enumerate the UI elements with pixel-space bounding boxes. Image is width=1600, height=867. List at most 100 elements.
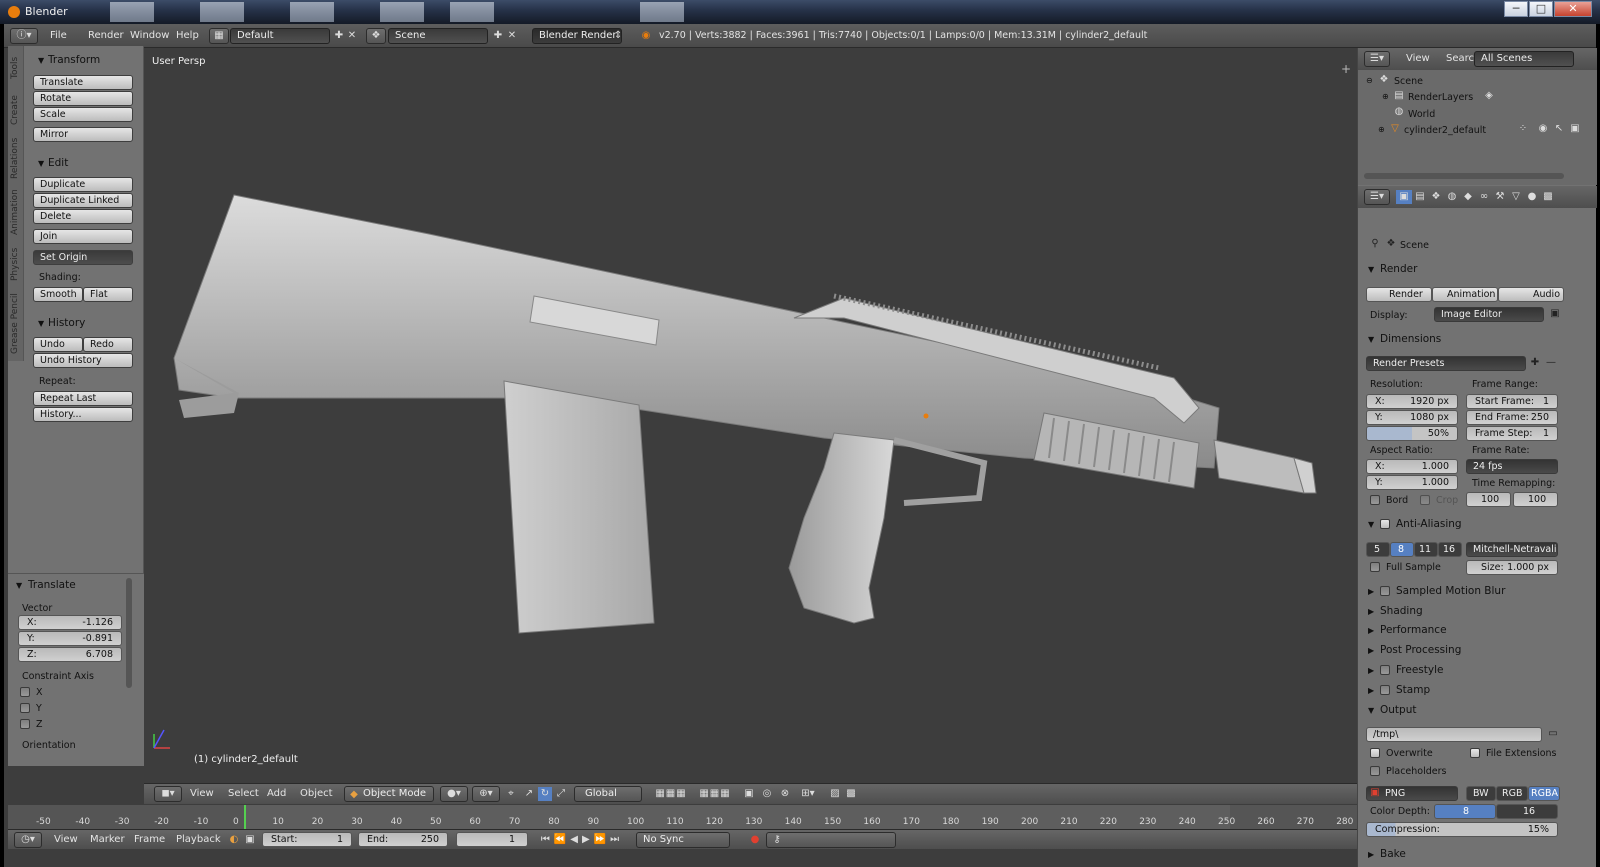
pivot-point-button[interactable]: ⊕▾ — [472, 786, 500, 802]
menu-marker[interactable]: Marker — [90, 834, 125, 845]
scene-selector-button[interactable]: ❖ — [366, 28, 386, 44]
current-frame-field[interactable]: 1 — [456, 832, 528, 847]
menu-add[interactable]: Add — [267, 788, 286, 799]
tab-tools[interactable]: Tools — [10, 52, 22, 84]
duplicate-linked-button[interactable]: Duplicate Linked — [33, 193, 133, 208]
flat-button[interactable]: Flat — [83, 287, 133, 302]
remap-new-field[interactable]: 100 — [1513, 492, 1558, 507]
tab-grease-pencil[interactable]: Grease Pencil — [10, 290, 22, 358]
snap-element-icon[interactable]: ⊞▾ — [796, 787, 820, 801]
add-layout-icon[interactable]: ✚ — [333, 29, 345, 43]
menu-select[interactable]: Select — [228, 788, 259, 799]
render-engine-select[interactable]: Blender Render — [532, 28, 622, 44]
camera-render-icon[interactable]: ▣ — [1568, 122, 1582, 136]
render-animation-icon[interactable]: ▩ — [844, 787, 858, 801]
overwrite-checkbox[interactable] — [1370, 748, 1380, 758]
performance-panel-title[interactable]: Performance — [1380, 624, 1447, 636]
render-tab-icon[interactable]: ▣ — [1396, 190, 1412, 204]
history-panel-title[interactable]: History — [48, 317, 85, 329]
collapse-arrow-icon[interactable]: ▼ — [1368, 520, 1374, 529]
expand-icon[interactable]: ⊕ — [1382, 92, 1389, 101]
record-icon[interactable]: ● — [748, 833, 762, 847]
collapse-icon[interactable]: ⊖ — [1366, 76, 1373, 85]
menu-file[interactable]: File — [50, 30, 67, 41]
full-sample-checkbox[interactable] — [1370, 562, 1380, 572]
editor-type-button[interactable]: ☰▾ — [1364, 189, 1390, 205]
minimize-button[interactable]: ─ — [1504, 1, 1528, 17]
render-button[interactable]: Render — [1366, 287, 1432, 302]
resolution-x-field[interactable]: X: 1920 px — [1366, 394, 1458, 409]
lock-icon[interactable]: ▣ — [243, 833, 257, 847]
edit-panel-title[interactable]: Edit — [48, 157, 68, 169]
pin-icon[interactable]: ⚲ — [1368, 237, 1382, 251]
collapse-arrow-icon[interactable]: ▼ — [38, 159, 44, 168]
aa-samples-16[interactable]: 16 — [1438, 542, 1462, 557]
tab-create[interactable]: Create — [10, 90, 22, 130]
constraint-y-checkbox[interactable] — [20, 703, 30, 713]
tab-physics[interactable]: Physics — [10, 240, 22, 288]
collapse-arrow-icon[interactable]: ▼ — [16, 581, 22, 590]
menu-render[interactable]: Render — [88, 30, 124, 41]
current-frame-indicator[interactable] — [244, 805, 246, 829]
remove-preset-icon[interactable]: — — [1544, 356, 1558, 370]
snap-icon[interactable]: ⊗ — [778, 787, 792, 801]
object-tab-icon[interactable]: ◆ — [1460, 190, 1476, 204]
redo-button[interactable]: Redo — [83, 337, 133, 352]
menu-playback[interactable]: Playback — [176, 834, 221, 845]
undo-button[interactable]: Undo — [33, 337, 83, 352]
layout-name-field[interactable]: Default — [230, 28, 330, 44]
menu-frame[interactable]: Frame — [134, 834, 165, 845]
depth-8-button[interactable]: 8 — [1434, 804, 1496, 819]
expand-arrow-icon[interactable]: ▶ — [1368, 850, 1374, 859]
constraint-z-checkbox[interactable] — [20, 719, 30, 729]
rotate-manipulator-icon[interactable]: ↻ — [538, 787, 552, 801]
preview-range-icon[interactable]: ◐ — [227, 833, 241, 847]
rifle-model[interactable] — [144, 48, 1357, 783]
depth-16-button[interactable]: 16 — [1496, 804, 1558, 819]
collapse-arrow-icon[interactable]: ▼ — [38, 56, 44, 65]
post-processing-panel-title[interactable]: Post Processing — [1380, 644, 1461, 656]
constraints-tab-icon[interactable]: ∞ — [1476, 190, 1492, 204]
filter-size-field[interactable]: Size: 1.000 px — [1466, 560, 1558, 575]
collapse-arrow-icon[interactable]: ▼ — [1368, 706, 1374, 715]
world-tab-icon[interactable]: ◍ — [1444, 190, 1460, 204]
color-bw-button[interactable]: BW — [1466, 786, 1496, 801]
modifiers-tab-icon[interactable]: ⚒ — [1492, 190, 1508, 204]
set-origin-select[interactable]: Set Origin — [33, 250, 133, 265]
editor-type-button[interactable]: ◼▾ — [154, 786, 182, 802]
translate-manipulator-icon[interactable]: ↗ — [522, 787, 536, 801]
outliner-item-cylinder2-default[interactable]: cylinder2_default — [1404, 125, 1486, 136]
remove-scene-icon[interactable]: ✕ — [506, 29, 518, 43]
playback-controls-icon[interactable]: ⏮⏪◀▶⏩⏭ — [538, 833, 626, 847]
menu-view[interactable]: View — [54, 834, 78, 845]
editor-type-button[interactable]: ⓘ▾ — [10, 28, 38, 44]
output-panel-title[interactable]: Output — [1380, 704, 1416, 716]
display-select[interactable]: Image Editor — [1434, 307, 1544, 322]
editor-type-button[interactable]: ☰▾ — [1364, 51, 1390, 67]
resolution-percentage-slider[interactable]: 50% — [1366, 426, 1458, 441]
aspect-x-field[interactable]: X: 1.000 — [1366, 459, 1458, 474]
border-checkbox[interactable] — [1370, 495, 1380, 505]
data-tab-icon[interactable]: ▽ — [1508, 190, 1524, 204]
transform-panel-title[interactable]: Transform — [48, 54, 100, 66]
add-preset-icon[interactable]: ✚ — [1528, 356, 1542, 370]
aa-samples-11[interactable]: 11 — [1414, 542, 1438, 557]
file-extensions-checkbox[interactable] — [1470, 748, 1480, 758]
bake-panel-title[interactable]: Bake — [1380, 848, 1406, 860]
render-opengl-icon[interactable]: ▨ — [828, 787, 842, 801]
vector-x-field[interactable]: X: -1.126 — [18, 615, 122, 630]
frame-step-field[interactable]: Frame Step: 1 — [1466, 426, 1558, 441]
expand-icon[interactable]: ⊕ — [1378, 125, 1385, 134]
aa-filter-select[interactable]: Mitchell-Netravali — [1466, 542, 1558, 557]
start-frame-field[interactable]: Start: 1 — [262, 832, 352, 847]
freestyle-panel-title[interactable]: Freestyle — [1396, 664, 1443, 676]
display-mode-select[interactable]: All Scenes — [1474, 51, 1574, 67]
aa-samples-5[interactable]: 5 — [1366, 542, 1390, 557]
scale-manipulator-icon[interactable]: ⤢ — [554, 787, 568, 801]
scene-tab-icon[interactable]: ❖ — [1428, 190, 1444, 204]
eye-icon[interactable]: ◉ — [1536, 122, 1550, 136]
delete-button[interactable]: Delete — [33, 209, 133, 224]
constraint-x-checkbox[interactable] — [20, 687, 30, 697]
frame-rate-select[interactable]: 24 fps — [1466, 459, 1558, 474]
keying-set-field[interactable]: ⚷ — [766, 832, 896, 848]
